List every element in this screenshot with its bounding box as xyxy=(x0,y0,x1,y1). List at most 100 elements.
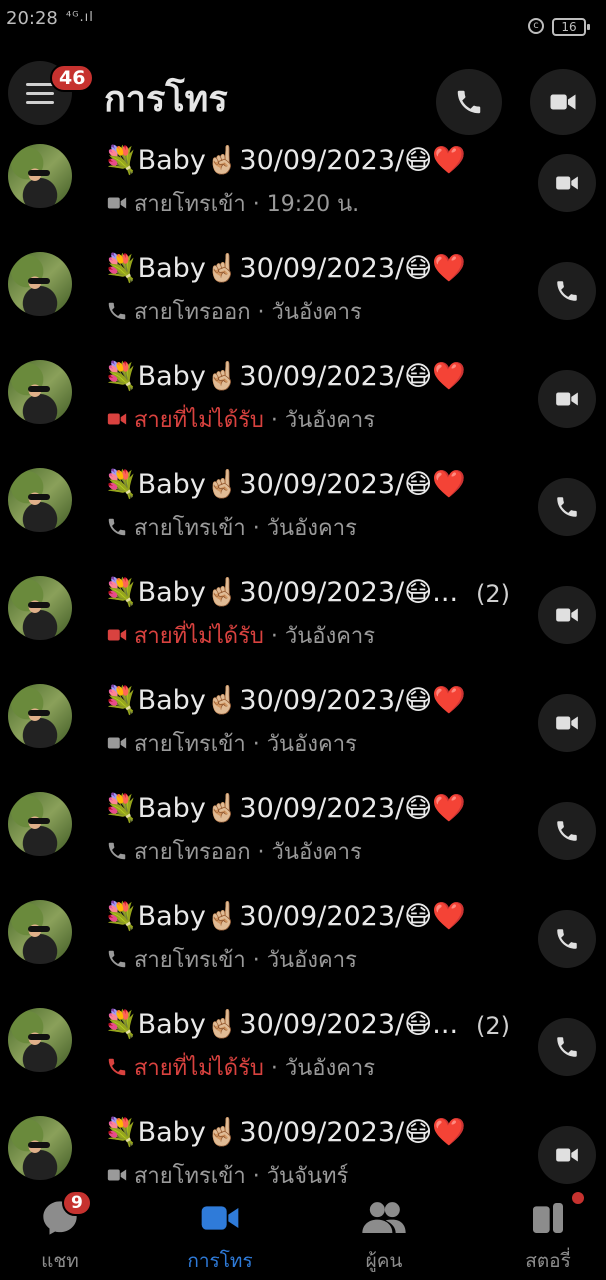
signal-icon: ⁴ᴳ.ıl xyxy=(66,10,94,25)
video-camera-icon xyxy=(556,176,578,190)
call-time: วันอังคาร xyxy=(266,516,357,541)
avatar[interactable] xyxy=(8,684,72,748)
stories-dot xyxy=(572,1192,584,1204)
page-title: การโทร xyxy=(104,79,228,120)
call-row[interactable]: 💐Baby☝🏼30/09/2023/😷❤️ สายโทรออก · วันอังค… xyxy=(0,248,606,356)
call-time: วันอังคาร xyxy=(266,732,357,757)
avatar[interactable] xyxy=(8,360,72,424)
menu-button[interactable]: 46 xyxy=(8,61,95,125)
call-row[interactable]: 💐Baby☝🏼30/09/2023/😷❤️ สายโทรเข้า · วันอัง… xyxy=(0,464,606,572)
call-type-icon xyxy=(106,732,128,752)
call-back-button[interactable] xyxy=(538,586,596,644)
call-time: วันอังคาร xyxy=(284,624,376,649)
avatar[interactable] xyxy=(8,468,72,532)
new-video-call-button[interactable] xyxy=(530,69,596,135)
call-status: สายโทรเข้า xyxy=(134,948,246,973)
battery-icon: 16 xyxy=(552,18,590,36)
call-status: สายโทรออก xyxy=(134,840,251,865)
call-status: สายที่ไม่ได้รับ xyxy=(134,624,264,649)
chat-badge: 9 xyxy=(62,1190,92,1216)
avatar[interactable] xyxy=(8,1008,72,1072)
call-meta: สายโทรเข้า · วันอังคาร xyxy=(106,726,357,761)
data-saver-icon: c xyxy=(528,18,544,34)
contact-name: 💐Baby☝🏼30/09/2023/😷... xyxy=(104,1009,459,1040)
call-back-button[interactable] xyxy=(538,910,596,968)
call-status: สายโทรเข้า xyxy=(134,516,246,541)
separator: · xyxy=(263,624,285,649)
call-meta: สายที่ไม่ได้รับ · วันอังคาร xyxy=(106,618,375,653)
contact-name: 💐Baby☝🏼30/09/2023/😷❤️ xyxy=(104,1117,466,1148)
call-type-icon xyxy=(106,408,128,428)
video-call-type-icon xyxy=(107,737,127,749)
call-type-icon xyxy=(106,1164,128,1184)
video-camera-icon xyxy=(556,1148,578,1162)
nav-calls[interactable]: การโทร xyxy=(160,1188,280,1276)
video-call-type-icon xyxy=(107,197,127,209)
contact-name: 💐Baby☝🏼30/09/2023/😷❤️ xyxy=(104,145,466,176)
separator: · xyxy=(245,1164,267,1189)
call-time: 19:20 น. xyxy=(266,192,360,217)
call-back-button[interactable] xyxy=(538,802,596,860)
avatar[interactable] xyxy=(8,144,72,208)
call-row[interactable]: 💐Baby☝🏼30/09/2023/😷... สายที่ไม่ได้รับ · … xyxy=(0,572,606,680)
contact-name: 💐Baby☝🏼30/09/2023/😷❤️ xyxy=(104,469,466,500)
call-status: สายโทรเข้า xyxy=(134,192,246,217)
call-row[interactable]: 💐Baby☝🏼30/09/2023/😷... สายที่ไม่ได้รับ · … xyxy=(0,1004,606,1112)
call-row[interactable]: 💐Baby☝🏼30/09/2023/😷❤️ สายที่ไม่ได้รับ · ว… xyxy=(0,356,606,464)
call-count: (2) xyxy=(476,580,510,608)
phone-call-type-icon xyxy=(108,842,126,860)
call-type-icon xyxy=(106,948,128,968)
call-meta: สายโทรออก · วันอังคาร xyxy=(106,294,362,329)
call-status: สายโทรออก xyxy=(134,300,251,325)
contact-name: 💐Baby☝🏼30/09/2023/😷❤️ xyxy=(104,685,466,716)
call-type-icon xyxy=(106,192,128,212)
call-back-button[interactable] xyxy=(538,1126,596,1184)
call-type-icon xyxy=(106,840,128,860)
call-row[interactable]: 💐Baby☝🏼30/09/2023/😷❤️ สายโทรออก · วันอังค… xyxy=(0,788,606,896)
call-row[interactable]: 💐Baby☝🏼30/09/2023/😷❤️ สายโทรเข้า · วันอัง… xyxy=(0,896,606,1004)
bottom-nav: 9 แชท การโทร ผู้คน สตอรี่ xyxy=(0,1188,606,1280)
call-back-button[interactable] xyxy=(538,154,596,212)
avatar[interactable] xyxy=(8,792,72,856)
call-meta: สายโทรออก · วันอังคาร xyxy=(106,834,362,869)
call-time: วันอังคาร xyxy=(271,300,362,325)
nav-people[interactable]: ผู้คน xyxy=(324,1188,444,1276)
nav-label: การโทร xyxy=(187,1250,253,1272)
phone-icon xyxy=(557,1037,577,1057)
phone-icon xyxy=(557,821,577,841)
phone-icon xyxy=(557,281,577,301)
call-meta: สายที่ไม่ได้รับ · วันอังคาร xyxy=(106,1050,375,1085)
new-voice-call-button[interactable] xyxy=(436,69,502,135)
avatar[interactable] xyxy=(8,1116,72,1180)
separator: · xyxy=(245,948,267,973)
phone-call-type-icon xyxy=(108,1058,126,1076)
call-back-button[interactable] xyxy=(538,694,596,752)
call-meta: สายโทรเข้า · 19:20 น. xyxy=(106,186,359,221)
call-back-button[interactable] xyxy=(538,262,596,320)
avatar[interactable] xyxy=(8,576,72,640)
video-call-type-icon xyxy=(107,1169,127,1181)
contact-name: 💐Baby☝🏼30/09/2023/😷❤️ xyxy=(104,253,466,284)
status-bar: 20:28 ⁴ᴳ.ıl c 16 xyxy=(0,0,606,48)
call-back-button[interactable] xyxy=(538,1018,596,1076)
separator: · xyxy=(263,408,285,433)
contact-name: 💐Baby☝🏼30/09/2023/😷❤️ xyxy=(104,793,466,824)
call-back-button[interactable] xyxy=(538,370,596,428)
call-meta: สายที่ไม่ได้รับ · วันอังคาร xyxy=(106,402,375,437)
avatar[interactable] xyxy=(8,252,72,316)
nav-chats[interactable]: 9 แชท xyxy=(0,1188,120,1276)
header: 46 การโทร xyxy=(0,50,606,140)
call-row[interactable]: 💐Baby☝🏼30/09/2023/😷❤️ สายโทรเข้า · 19:20 … xyxy=(0,140,606,248)
video-call-type-icon xyxy=(107,629,127,641)
separator: · xyxy=(245,516,267,541)
avatar[interactable] xyxy=(8,900,72,964)
phone-icon xyxy=(557,497,577,517)
call-time: วันอังคาร xyxy=(271,840,362,865)
call-time: วันอังคาร xyxy=(284,1056,376,1081)
call-row[interactable]: 💐Baby☝🏼30/09/2023/😷❤️ สายโทรเข้า · วันอัง… xyxy=(0,680,606,788)
call-back-button[interactable] xyxy=(538,478,596,536)
call-count: (2) xyxy=(476,1012,510,1040)
separator: · xyxy=(245,192,267,217)
video-call-type-icon xyxy=(107,413,127,425)
nav-stories[interactable]: สตอรี่ xyxy=(488,1188,606,1276)
